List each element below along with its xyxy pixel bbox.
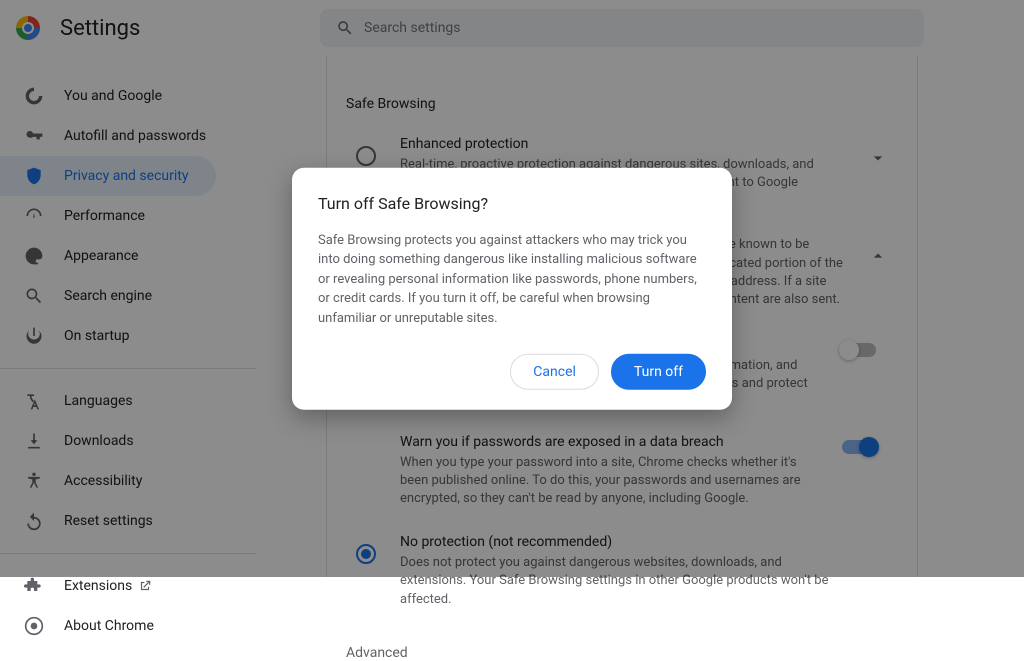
section-advanced: Advanced [346,633,898,661]
dialog-body: Safe Browsing protects you against attac… [318,230,706,328]
cancel-button[interactable]: Cancel [510,354,599,390]
external-link-icon [138,579,152,593]
sidebar-item-about[interactable]: About Chrome [0,606,216,646]
sidebar-item-label: Extensions [64,578,132,594]
chrome-icon [24,616,44,636]
confirm-dialog: Turn off Safe Browsing? Safe Browsing pr… [292,167,732,410]
sidebar-item-label: About Chrome [64,618,154,634]
turn-off-button[interactable]: Turn off [611,354,706,390]
dialog-title: Turn off Safe Browsing? [318,193,706,212]
extensions-icon [24,576,44,596]
